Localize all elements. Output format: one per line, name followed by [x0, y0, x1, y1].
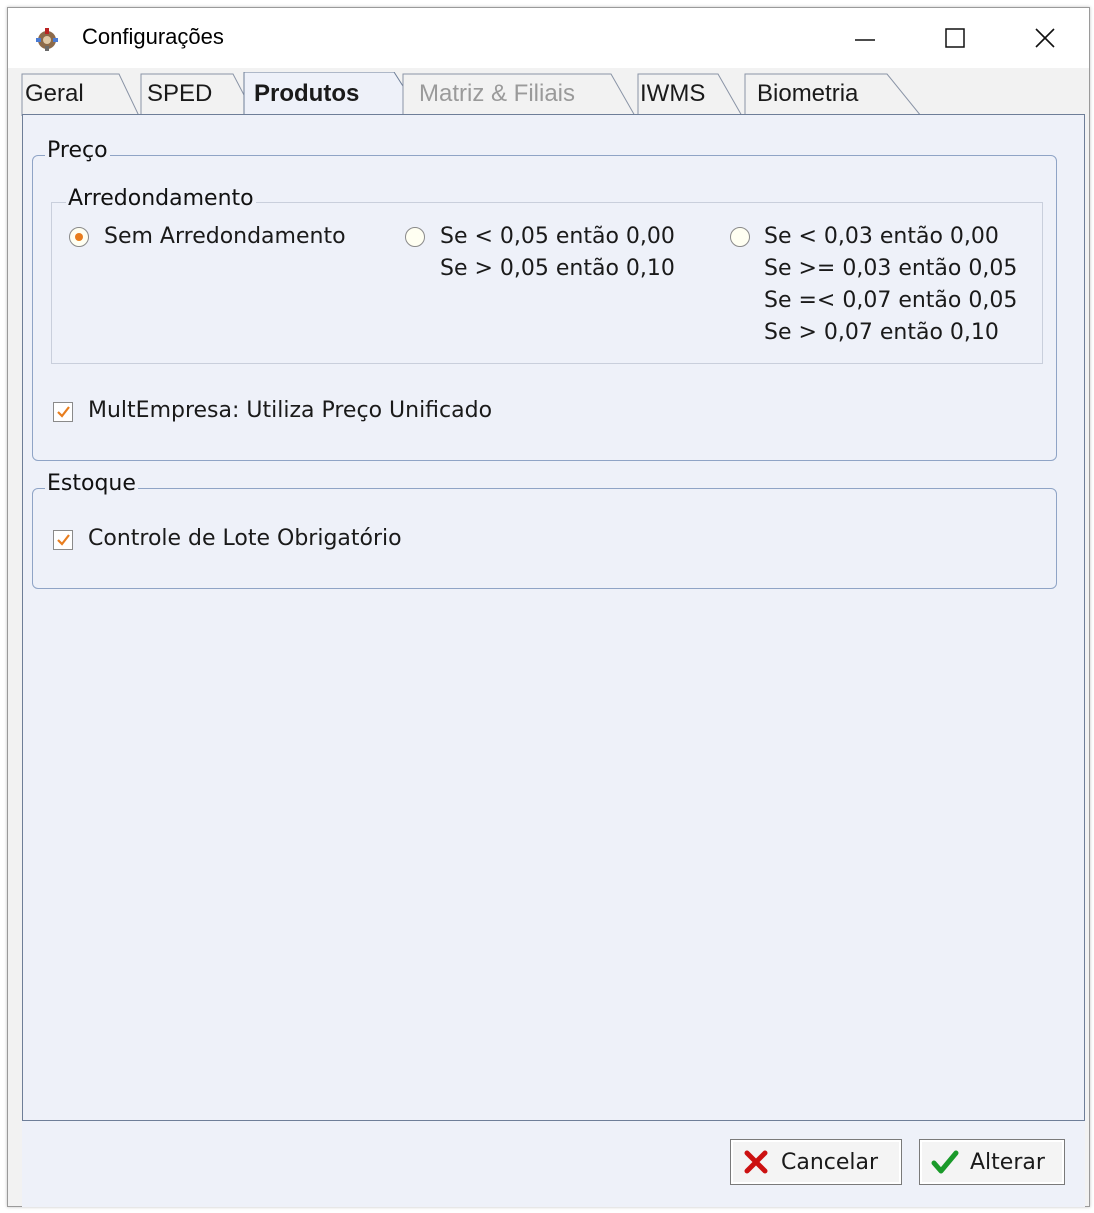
radio-sem-arredondamento[interactable]: [69, 227, 89, 247]
radio-label-line: Se < 0,05 então 0,00: [440, 224, 675, 249]
minimize-icon: [855, 39, 875, 41]
radio-opcao-005[interactable]: [405, 227, 425, 247]
ok-button-label: Alterar: [970, 1149, 1045, 1175]
button-bar: Cancelar Alterar: [22, 1121, 1085, 1207]
maximize-button[interactable]: [910, 8, 1000, 68]
radio-opcao-003-007[interactable]: [730, 227, 750, 247]
tab-label: Matriz & Filiais: [419, 80, 576, 107]
tab-label: Geral: [25, 80, 84, 107]
radio-label-line: Se < 0,03 então 0,00: [764, 224, 999, 249]
produtos-tab-page: Preço Arredondamento Sem Arredondamento …: [22, 114, 1085, 1121]
cancel-button-label: Cancelar: [781, 1149, 879, 1175]
close-icon: [1035, 28, 1055, 48]
tab-label: IWMS: [640, 80, 706, 107]
tab-label: Biometria: [757, 80, 859, 107]
tab-iwms[interactable]: IWMS: [618, 72, 748, 116]
radio-label-line: Se > 0,07 então 0,10: [764, 320, 999, 345]
estoque-groupbox: Estoque Controle de Lote Obrigatório: [32, 471, 1057, 589]
check-icon: [57, 406, 70, 418]
radio-label-sem-arredondamento[interactable]: Sem Arredondamento: [104, 221, 346, 253]
radio-label-line: Se >= 0,03 então 0,05: [764, 256, 1018, 281]
checkmark-icon: [931, 1150, 959, 1174]
preco-groupbox: Preço Arredondamento Sem Arredondamento …: [32, 138, 1057, 461]
radio-label-line: Se > 0,05 então 0,10: [440, 256, 675, 281]
check-icon: [57, 534, 70, 546]
multempresa-checkbox[interactable]: [53, 402, 73, 422]
tab-matriz-filiais[interactable]: Matriz & Filiais: [401, 72, 641, 116]
radio-label-opcao-005[interactable]: Se < 0,05 então 0,00 Se > 0,05 então 0,1…: [440, 221, 675, 285]
settings-window: Configurações Geral SPED Produtos Matriz…: [7, 7, 1090, 1207]
multempresa-label[interactable]: MultEmpresa: Utiliza Preço Unificado: [88, 398, 492, 423]
radio-label-line: Se =< 0,07 então 0,05: [764, 288, 1018, 313]
preco-group-title: Preço: [45, 138, 110, 163]
ok-button[interactable]: Alterar: [919, 1139, 1065, 1185]
close-button[interactable]: [1000, 8, 1090, 68]
tab-biometria[interactable]: Biometria: [731, 72, 931, 116]
tab-produtos[interactable]: Produtos: [236, 72, 426, 118]
tab-geral[interactable]: Geral: [21, 72, 141, 116]
arredondamento-groupbox: Arredondamento Sem Arredondamento Se < 0…: [51, 186, 1043, 364]
radio-label-line: Sem Arredondamento: [104, 224, 346, 249]
cancel-button[interactable]: Cancelar: [730, 1139, 902, 1185]
radio-label-opcao-003-007[interactable]: Se < 0,03 então 0,00 Se >= 0,03 então 0,…: [764, 221, 1017, 349]
gear-app-icon: [36, 28, 58, 51]
window-title: Configurações: [82, 24, 224, 49]
minimize-button[interactable]: [820, 8, 910, 68]
title-bar[interactable]: Configurações: [8, 8, 1089, 68]
tab-label: SPED: [147, 80, 213, 107]
controle-lote-checkbox[interactable]: [53, 530, 73, 550]
controle-lote-label[interactable]: Controle de Lote Obrigatório: [88, 526, 402, 551]
tab-strip: Geral SPED Produtos Matriz & Filiais IWM…: [21, 72, 1085, 118]
maximize-icon: [945, 28, 965, 48]
estoque-group-title: Estoque: [45, 471, 138, 496]
arredondamento-title: Arredondamento: [66, 186, 256, 211]
tab-label: Produtos: [254, 80, 360, 107]
cancel-x-icon: [744, 1150, 768, 1174]
